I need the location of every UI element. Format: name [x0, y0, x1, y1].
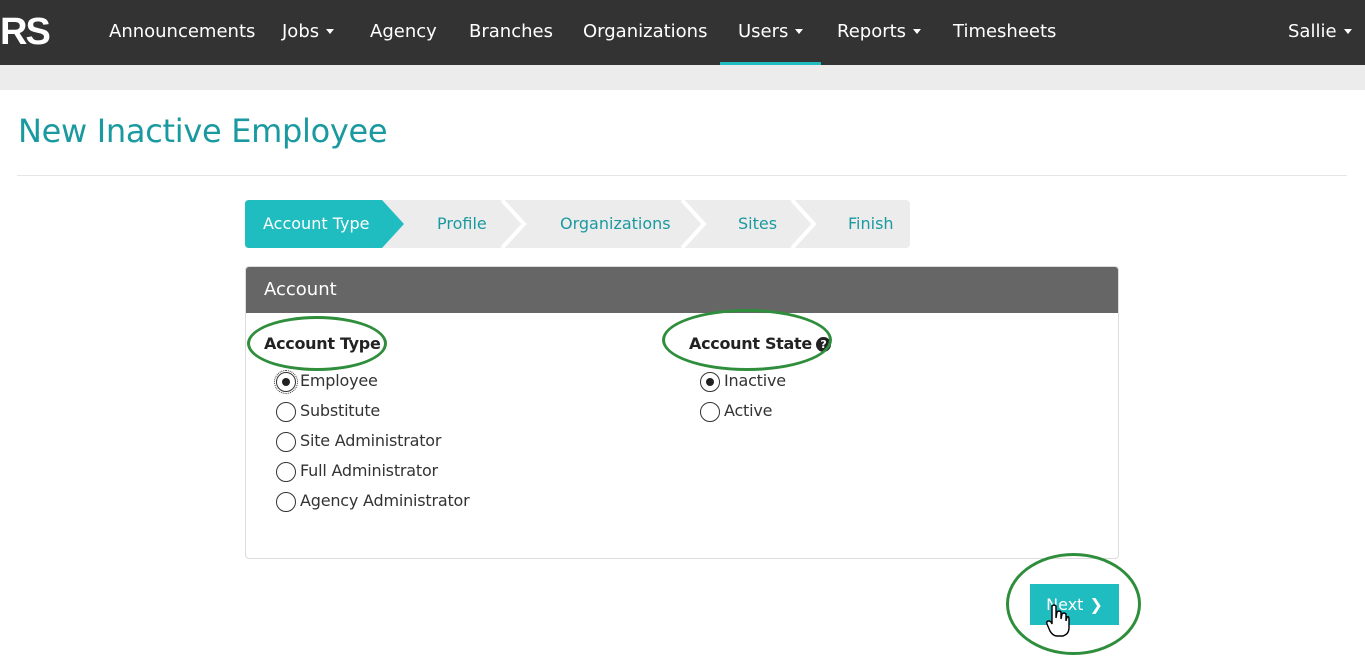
caret-down-icon — [1343, 28, 1352, 34]
nav-reports[interactable]: Reports — [837, 0, 922, 65]
title-divider — [17, 175, 1347, 176]
sub-header-bar — [0, 65, 1365, 90]
nav-timesheets[interactable]: Timesheets — [953, 0, 1056, 65]
step-profile[interactable]: Profile — [437, 200, 487, 248]
nav-user-menu[interactable]: Sallie — [1288, 0, 1352, 65]
question-circle-icon[interactable]: ? — [815, 337, 831, 352]
account-panel: Account Account Type Employee Substitute… — [245, 266, 1119, 559]
chevron-right-icon: ❯ — [1089, 595, 1103, 614]
radio-button[interactable] — [276, 462, 296, 482]
page-title: New Inactive Employee — [18, 112, 388, 150]
radio-button[interactable] — [276, 492, 296, 512]
hand-pointer-cursor-icon — [1046, 604, 1070, 637]
brand-logo[interactable]: RS — [0, 8, 51, 56]
wizard-separator — [790, 200, 817, 248]
radio-button[interactable] — [276, 402, 296, 422]
radio-button[interactable] — [276, 432, 296, 452]
nav-agency[interactable]: Agency — [370, 0, 437, 65]
nav-announcements[interactable]: Announcements — [109, 0, 255, 65]
step-sites[interactable]: Sites — [738, 200, 777, 248]
wizard-separator — [680, 200, 707, 248]
panel-heading: Account — [246, 267, 1118, 313]
nav-users[interactable]: Users — [719, 0, 822, 65]
top-navbar: RS Announcements Jobs Agency Branches Or… — [0, 0, 1365, 65]
radio-button[interactable] — [274, 370, 298, 394]
wizard-separator — [500, 200, 527, 248]
step-organizations[interactable]: Organizations — [560, 200, 671, 248]
caret-down-icon — [326, 28, 335, 34]
step-account-type[interactable]: Account Type — [263, 200, 369, 248]
step-finish[interactable]: Finish — [848, 200, 894, 248]
caret-down-icon — [913, 28, 922, 34]
account-state-label: Account State? — [689, 334, 831, 353]
radio-button[interactable] — [700, 402, 720, 422]
nav-organizations[interactable]: Organizations — [583, 0, 707, 65]
nav-branches[interactable]: Branches — [469, 0, 553, 65]
account-type-label: Account Type — [264, 334, 381, 353]
radio-button[interactable] — [700, 372, 720, 392]
caret-down-icon — [795, 28, 804, 34]
next-button[interactable]: Next ❯ — [1030, 584, 1119, 625]
nav-jobs[interactable]: Jobs — [282, 0, 335, 65]
